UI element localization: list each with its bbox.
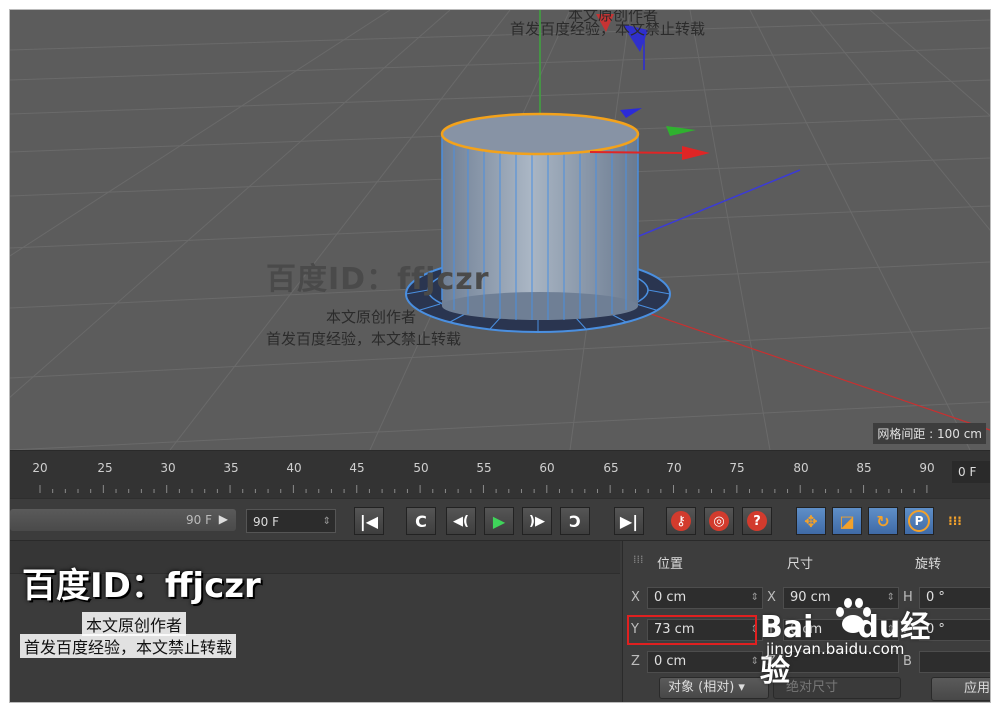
scale-tool-button[interactable]: ◪ <box>832 507 862 535</box>
timeline-tick: 70 <box>666 461 682 475</box>
slider-value: 90 F <box>186 513 212 527</box>
stepper-arrows-icon[interactable]: ⇕ <box>323 510 331 534</box>
previous-key-icon: C <box>415 511 427 531</box>
go-to-start-icon: |◀ <box>359 511 379 531</box>
previous-frame-icon: ◀( <box>453 513 469 529</box>
position-x-value: 0 cm <box>654 590 687 605</box>
position-z-value: 0 cm <box>654 654 687 669</box>
3d-viewport[interactable]: 本文原创作者 首发百度经验，本文禁止转载 百度ID：ffjczr 本文原创作者 … <box>10 10 990 450</box>
timeline-tick: 30 <box>160 461 176 475</box>
timeline-tick: 60 <box>539 461 555 475</box>
rotate-tool-button[interactable]: ↻ <box>868 507 898 535</box>
baidu-jingyan-logo: Bai du经验 jingyan.baidu.com <box>750 596 950 689</box>
play-icon: ▶ <box>492 511 506 531</box>
transport-bar: 90 F ▶ 90 F ⇕ |◀ C ◀( ▶ )▶ Ɔ ▶| ⚷ ◎ ? ✥ … <box>10 498 990 541</box>
timeline-tick: 65 <box>603 461 619 475</box>
baidu-paw-icon <box>836 598 871 633</box>
current-frame-field[interactable]: 0 F <box>952 461 990 483</box>
position-header: 位置 <box>657 557 684 572</box>
auto-key-icon: ◎ <box>709 511 729 531</box>
question-icon: ? <box>747 511 767 531</box>
record-button[interactable]: ⚷ <box>666 507 696 535</box>
slider-arrow-icon: ▶ <box>218 512 228 526</box>
play-button[interactable]: ▶ <box>484 507 514 535</box>
top-watermark-line2: 首发百度经验，本文禁止转载 <box>510 20 706 38</box>
viewport-watermark-line2: 首发百度经验，本文禁止转载 <box>266 330 462 348</box>
key-help-button[interactable]: ? <box>742 507 772 535</box>
size-header: 尺寸 <box>787 557 814 572</box>
auto-key-button[interactable]: ◎ <box>704 507 734 535</box>
timeline-tick: 90 <box>919 461 935 475</box>
screenshot-frame: 本文原创作者 首发百度经验，本文禁止转载 百度ID：ffjczr 本文原创作者 … <box>0 0 1000 712</box>
coordinate-mode-dropdown[interactable]: 对象 (相对) ▾ <box>659 677 769 699</box>
previous-frame-button[interactable]: ◀( <box>446 507 476 535</box>
timeline-tick: 20 <box>32 461 48 475</box>
viewport-scene <box>10 10 990 450</box>
pos-x-axis-label: X <box>631 590 640 605</box>
pos-z-axis-label: Z <box>631 654 640 669</box>
world-x-axis <box>609 299 990 431</box>
end-frame-field[interactable]: 90 F ⇕ <box>246 509 336 533</box>
dots-menu-button[interactable]: ⁝⁝⁝ <box>940 507 970 535</box>
key-icon: ⚷ <box>671 511 691 531</box>
p-circle-icon: P <box>908 510 930 532</box>
timeline-tick: 40 <box>286 461 302 475</box>
go-to-end-button[interactable]: ▶| <box>614 507 644 535</box>
timeline-tick: 75 <box>729 461 745 475</box>
grid-spacing-label: 网格间距 : 100 cm <box>873 423 986 444</box>
timeline-tick: 50 <box>413 461 429 475</box>
next-key-icon: Ɔ <box>569 511 581 531</box>
scale-icon: ◪ <box>839 511 855 531</box>
timeline-tick: 55 <box>476 461 492 475</box>
next-frame-button[interactable]: )▶ <box>522 507 552 535</box>
timeline-tick-marks <box>39 485 928 493</box>
parameter-tool-button[interactable]: P <box>904 507 934 535</box>
drag-grip-icon[interactable]: ⁞⁞⁞ <box>633 553 644 566</box>
timeline-ruler[interactable]: 20 25 30 35 40 45 50 55 60 65 70 75 80 8… <box>10 450 990 499</box>
position-z-field[interactable]: 0 cm ⇕ <box>647 651 763 673</box>
viewport-watermark-line1: 本文原创作者 <box>326 308 417 326</box>
chevron-down-icon: ▾ <box>738 680 745 695</box>
panel-watermark-line2: 首发百度经验，本文禁止转载 <box>20 634 237 658</box>
move-arrows-icon: ✥ <box>804 511 818 531</box>
dots-grid-icon: ⁝⁝⁝ <box>948 514 962 528</box>
viewport-watermark-id: 百度ID：ffjczr <box>266 262 490 297</box>
coordinate-mode-value: 对象 (相对) <box>668 680 735 695</box>
timeline-tick: 35 <box>223 461 239 475</box>
preview-range-slider[interactable]: 90 F ▶ <box>10 509 236 531</box>
go-to-start-button[interactable]: |◀ <box>354 507 384 535</box>
next-key-button[interactable]: Ɔ <box>560 507 590 535</box>
timeline-tick: 25 <box>97 461 113 475</box>
rotation-header: 旋转 <box>915 557 942 572</box>
timeline-tick: 85 <box>856 461 872 475</box>
panel-watermark-id: 百度ID：ffjczr <box>22 566 261 606</box>
position-x-field[interactable]: 0 cm ⇕ <box>647 587 763 609</box>
go-to-end-icon: ▶| <box>619 511 639 531</box>
end-frame-value: 90 F <box>253 515 279 529</box>
timeline-tick: 45 <box>349 461 365 475</box>
previous-key-button[interactable]: C <box>406 507 436 535</box>
move-tool-button[interactable]: ✥ <box>796 507 826 535</box>
baidu-site-url: jingyan.baidu.com <box>766 640 905 658</box>
highlight-box <box>627 615 757 645</box>
panel-watermark-line1: 本文原创作者 <box>82 612 187 636</box>
timeline-tick: 80 <box>793 461 809 475</box>
rotate-icon: ↻ <box>876 511 890 531</box>
next-frame-icon: )▶ <box>529 513 545 529</box>
